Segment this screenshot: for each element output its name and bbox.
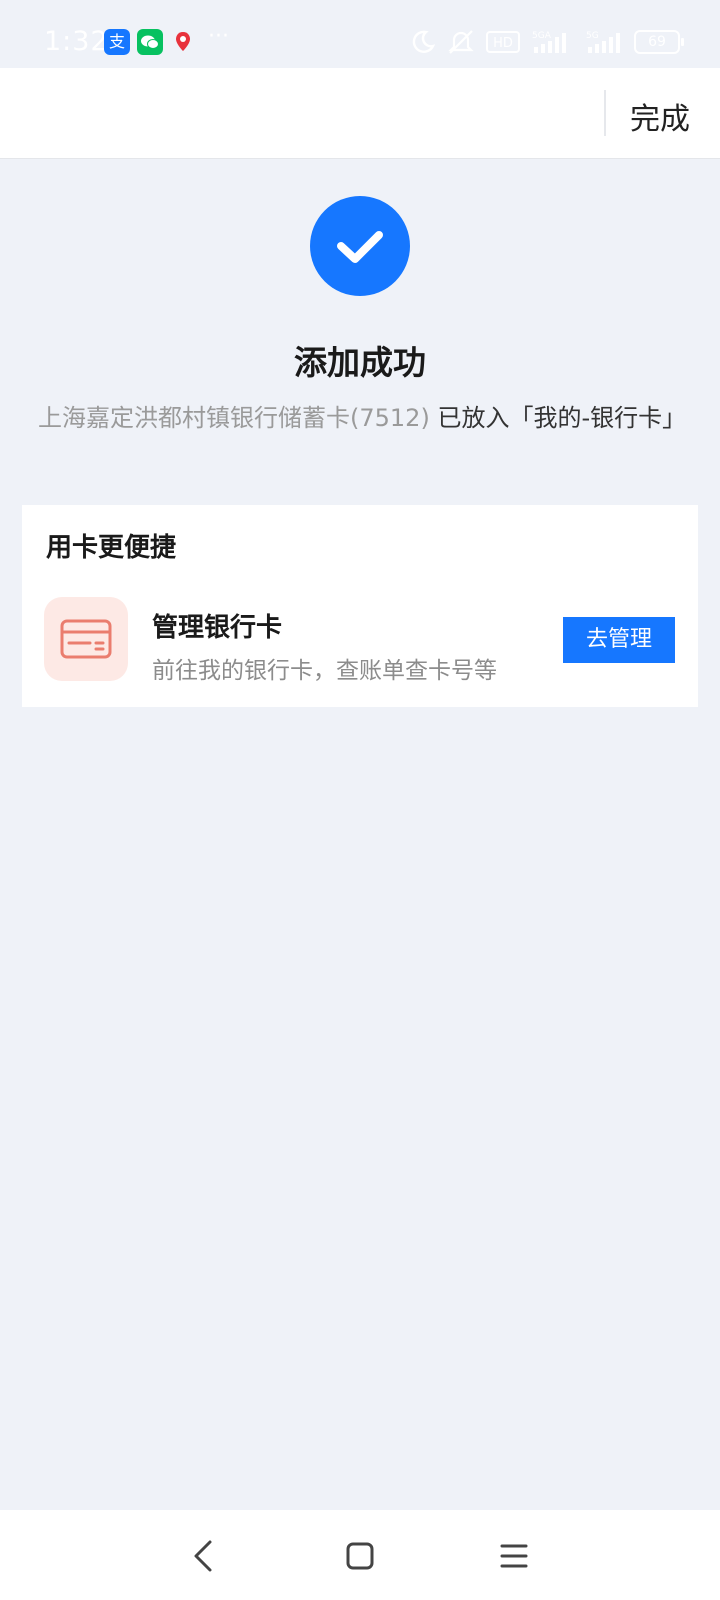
wechat-icon xyxy=(137,29,163,55)
status-indicators: HD 5GA 5G 69 xyxy=(410,28,684,56)
battery-icon: 69 xyxy=(634,30,684,54)
nav-divider xyxy=(604,90,606,136)
svg-text:5GA: 5GA xyxy=(532,31,552,41)
mute-icon xyxy=(448,30,474,54)
success-title: 添加成功 xyxy=(294,343,426,382)
quick-actions-card: 用卡更便捷 管理银行卡 前往我的银行卡，查账单查卡号等 去管理 xyxy=(22,505,698,707)
more-notifications-icon: ··· xyxy=(208,24,229,49)
system-nav-bar xyxy=(0,1510,720,1600)
back-icon[interactable] xyxy=(180,1532,228,1580)
signal-5ga-icon: 5GA xyxy=(532,31,566,53)
moon-icon xyxy=(412,30,436,53)
hd-icon: HD xyxy=(486,31,520,53)
feature-description: 前往我的银行卡，查账单查卡号等 xyxy=(152,658,497,684)
menu-icon[interactable] xyxy=(490,1532,538,1580)
success-description: 上海嘉定洪都村镇银行储蓄卡(7512) 已放入「我的-银行卡」 xyxy=(38,398,686,433)
top-nav-bar: 完成 xyxy=(0,68,720,159)
section-title: 用卡更便捷 xyxy=(46,533,177,563)
svg-text:5G: 5G xyxy=(586,31,599,41)
placed-location-text: 已放入「我的-银行卡」 xyxy=(437,404,687,432)
bank-card-icon xyxy=(44,597,128,681)
alipay-icon: 支 xyxy=(104,29,130,55)
status-bar: 1:32 支 ··· HD 5GA 5G 69 xyxy=(0,0,720,68)
map-pin-icon xyxy=(170,29,196,55)
bank-card-name: 上海嘉定洪都村镇银行储蓄卡(7512) xyxy=(38,404,430,432)
home-icon[interactable] xyxy=(336,1532,384,1580)
done-button[interactable]: 完成 xyxy=(630,94,690,138)
feature-title: 管理银行卡 xyxy=(152,613,283,643)
success-check-icon xyxy=(310,196,410,296)
signal-5g-icon: 5G xyxy=(586,31,620,53)
svg-text:HD: HD xyxy=(493,36,513,51)
manage-button[interactable]: 去管理 xyxy=(563,617,675,663)
status-time: 1:32 xyxy=(44,26,109,57)
